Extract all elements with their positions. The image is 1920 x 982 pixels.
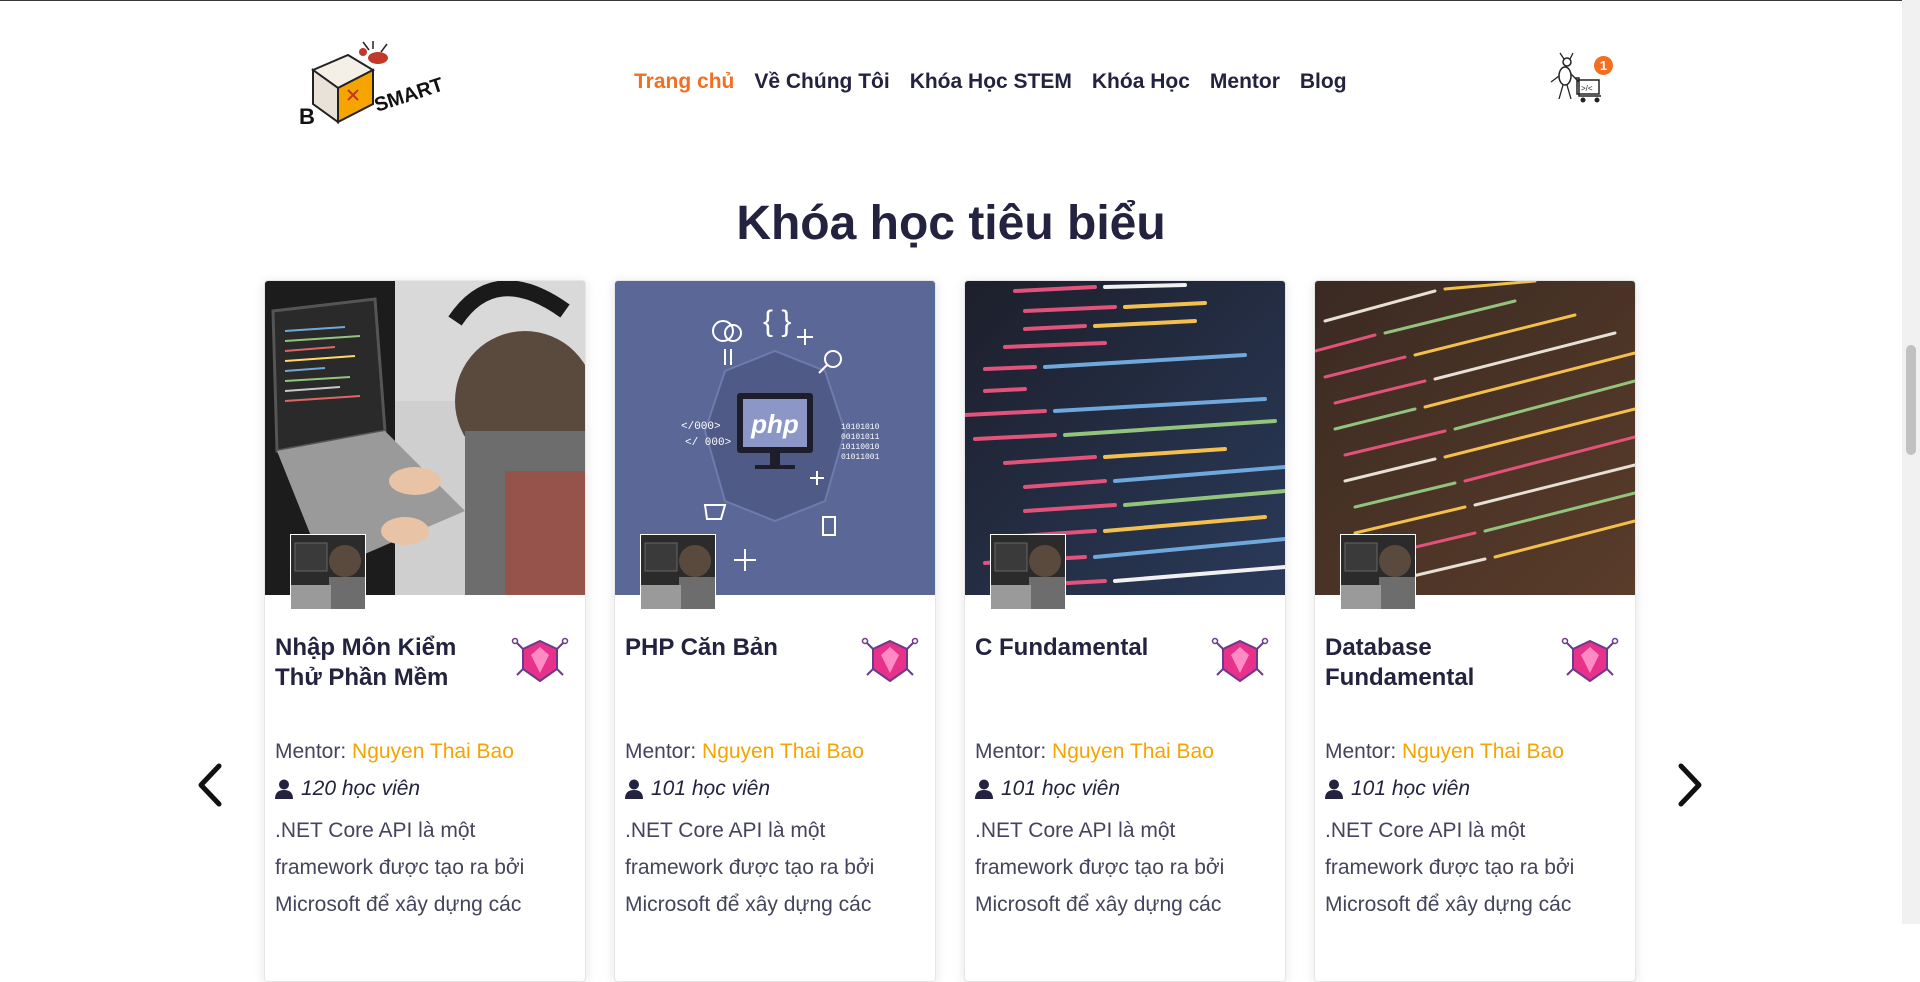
cart-count-badge: 1 (1594, 56, 1613, 75)
mentor-thumbnail (1340, 534, 1416, 610)
students-text: 101 học viên (1001, 777, 1121, 800)
site-logo[interactable]: B SMART (293, 40, 459, 129)
nav-item-stem-courses[interactable]: Khóa Học STEM (900, 68, 1082, 96)
svg-text:SMART: SMART (372, 74, 446, 117)
mentor-thumbnail (990, 534, 1066, 610)
svg-text:>/<: >/< (1581, 84, 1593, 93)
svg-text:</ 000>: </ 000> (685, 437, 731, 449)
carousel-prev-button[interactable] (190, 760, 230, 810)
course-title[interactable]: Database Fundamental (1325, 633, 1555, 693)
nav-item-mentor[interactable]: Mentor (1200, 68, 1290, 96)
svg-text:10110010: 10110010 (841, 443, 880, 452)
course-card[interactable]: C Fundamental Mentor: Nguyen Thai Bao 10… (964, 280, 1286, 982)
mentor-label: Mentor: (625, 740, 703, 763)
chevron-left-icon (198, 763, 222, 807)
mentor-name[interactable]: Nguyen Thai Bao (1402, 740, 1564, 763)
students-count: 101 học viên (975, 777, 1120, 801)
svg-text:</000>: </000> (681, 421, 721, 433)
students-count: 101 học viên (625, 777, 770, 801)
user-icon (625, 779, 643, 799)
students-text: 120 học viên (301, 777, 421, 800)
nav-item-blog[interactable]: Blog (1290, 68, 1357, 96)
main-nav: Trang chủ Về Chúng Tôi Khóa Học STEM Khó… (624, 68, 1357, 96)
course-card[interactable]: Database Fundamental Mentor: Nguyen Thai… (1314, 280, 1636, 982)
course-description: .NET Core API là một framework được tạo … (1325, 819, 1575, 916)
course-card[interactable]: Nhập Môn Kiểm Thử Phần Mềm Mentor: Nguye… (264, 280, 586, 982)
course-title[interactable]: C Fundamental (975, 633, 1205, 663)
course-description: .NET Core API là một framework được tạo … (975, 819, 1225, 916)
course-card[interactable]: php { } </000> </ 000> 10101010 00101011… (614, 280, 936, 982)
mentor-line: Mentor: Nguyen Thai Bao (625, 740, 864, 764)
nav-item-about[interactable]: Về Chúng Tôi (744, 68, 899, 96)
user-icon (975, 779, 993, 799)
user-icon (1325, 779, 1343, 799)
svg-text:10101010: 10101010 (841, 423, 880, 432)
page-scrollbar[interactable] (1902, 0, 1920, 924)
nav-item-home[interactable]: Trang chủ (624, 68, 744, 96)
cart-button[interactable]: >/< 1 (1545, 50, 1615, 112)
svg-text:{ }: { } (763, 305, 791, 338)
mentor-name[interactable]: Nguyen Thai Bao (702, 740, 864, 763)
students-count: 120 học viên (275, 777, 420, 801)
section-title: Khóa học tiêu biểu (736, 197, 1166, 250)
carousel-next-button[interactable] (1670, 760, 1710, 810)
students-text: 101 học viên (1351, 777, 1471, 800)
mentor-line: Mentor: Nguyen Thai Bao (1325, 740, 1564, 764)
course-description: .NET Core API là một framework được tạo … (275, 819, 525, 916)
nav-item-courses[interactable]: Khóa Học (1082, 68, 1200, 96)
level-badge-icon (861, 635, 919, 685)
level-badge-icon (1561, 635, 1619, 685)
mentor-name[interactable]: Nguyen Thai Bao (352, 740, 514, 763)
level-badge-icon (511, 635, 569, 685)
svg-text:00101011: 00101011 (841, 433, 880, 442)
students-text: 101 học viên (651, 777, 771, 800)
course-title[interactable]: PHP Căn Bản (625, 633, 855, 663)
mentor-label: Mentor: (1325, 740, 1403, 763)
user-icon (275, 779, 293, 799)
course-description: .NET Core API là một framework được tạo … (625, 819, 875, 916)
chevron-right-icon (1678, 763, 1702, 807)
svg-text:php: php (750, 409, 799, 439)
level-badge-icon (1211, 635, 1269, 685)
course-carousel: Nhập Môn Kiểm Thử Phần Mềm Mentor: Nguye… (264, 280, 1636, 982)
course-title[interactable]: Nhập Môn Kiểm Thử Phần Mềm (275, 633, 505, 693)
mentor-name[interactable]: Nguyen Thai Bao (1052, 740, 1214, 763)
mentor-label: Mentor: (975, 740, 1053, 763)
students-count: 101 học viên (1325, 777, 1470, 801)
mentor-line: Mentor: Nguyen Thai Bao (975, 740, 1214, 764)
svg-text:B: B (299, 104, 315, 126)
site-header: B SMART Trang chủ Về Chúng Tôi Khóa Học … (0, 0, 1902, 165)
mentor-line: Mentor: Nguyen Thai Bao (275, 740, 514, 764)
svg-text:01011001: 01011001 (841, 453, 880, 462)
mentor-label: Mentor: (275, 740, 353, 763)
scrollbar-thumb[interactable] (1906, 345, 1916, 455)
mentor-thumbnail (290, 534, 366, 610)
mentor-thumbnail (640, 534, 716, 610)
